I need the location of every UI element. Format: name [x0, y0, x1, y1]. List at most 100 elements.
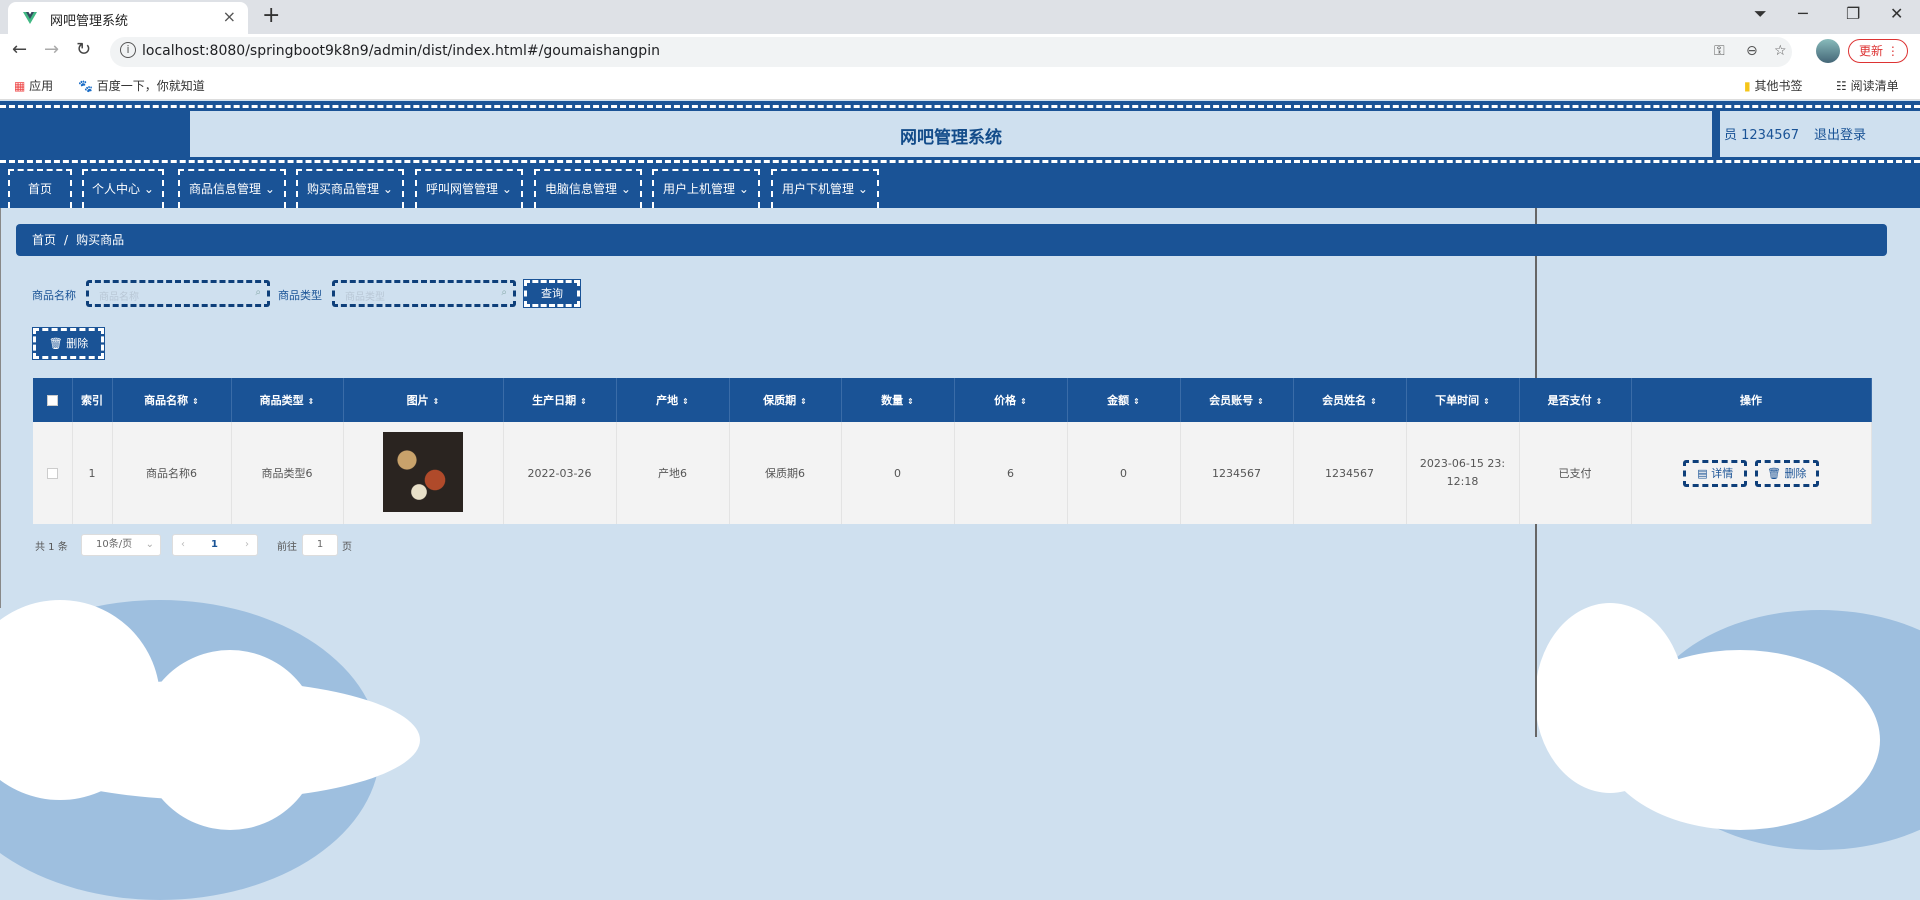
sort-icon[interactable]: ⇕: [1370, 397, 1377, 406]
menu-computer-info[interactable]: 电脑信息管理 ⌄: [534, 169, 642, 208]
sort-icon[interactable]: ⇕: [800, 397, 807, 406]
sort-icon[interactable]: ⇕: [1133, 397, 1140, 406]
app-header: 网吧管理系统 员 1234567 退出登录: [0, 101, 1920, 163]
logout-link[interactable]: 退出登录: [1814, 124, 1866, 143]
menu-user-login[interactable]: 用户上机管理 ⌄: [652, 169, 760, 208]
goto-input[interactable]: 1: [302, 534, 338, 556]
detail-button[interactable]: ▤ 详情: [1683, 459, 1748, 487]
select-all-checkbox[interactable]: [33, 378, 73, 422]
update-button[interactable]: 更新 ⋮: [1848, 39, 1908, 63]
sort-icon[interactable]: ⇕: [682, 397, 689, 406]
next-page-icon[interactable]: ›: [245, 535, 249, 555]
zoom-icon[interactable]: ⊖: [1746, 43, 1758, 59]
sort-icon[interactable]: ⇕: [1020, 397, 1027, 406]
tab-close-icon[interactable]: ×: [223, 7, 236, 26]
breadcrumb-separator: /: [64, 233, 69, 247]
breadcrumb: 首页 / 购买商品: [16, 224, 1887, 256]
profile-dropdown-icon[interactable]: ⏷: [1754, 4, 1767, 24]
back-icon[interactable]: ←: [12, 39, 27, 60]
goods-type-input[interactable]: 商品类型 ⌕: [332, 280, 516, 307]
forward-icon[interactable]: →: [44, 39, 59, 60]
goto-label: 前往: [277, 542, 297, 553]
col-goods-name[interactable]: 商品名称 ⇕: [112, 378, 232, 422]
pager: ‹ 1 ›: [172, 534, 258, 556]
col-origin[interactable]: 产地 ⇕: [616, 378, 730, 422]
window-close-icon[interactable]: ✕: [1890, 4, 1903, 23]
page-number-current[interactable]: 1: [211, 535, 218, 555]
col-paid[interactable]: 是否支付 ⇕: [1519, 378, 1632, 422]
cell-actions: ▤ 详情 🗑 删除: [1631, 422, 1872, 524]
col-order-time[interactable]: 下单时间 ⇕: [1406, 378, 1520, 422]
col-amount[interactable]: 金额 ⇕: [1067, 378, 1181, 422]
sort-icon[interactable]: ⇕: [308, 397, 315, 406]
table-row: 1 商品名称6 商品类型6 2022-03-26 产地6 保质期6 0 6 0 …: [33, 422, 1872, 524]
goods-thumbnail[interactable]: [383, 431, 463, 512]
col-price[interactable]: 价格 ⇕: [954, 378, 1068, 422]
col-image[interactable]: 图片 ⇕: [343, 378, 504, 422]
cell-order-time: 2023-06-15 23:12:18: [1406, 422, 1520, 524]
sort-icon[interactable]: ⇕: [192, 397, 199, 406]
sort-icon[interactable]: ⇕: [1257, 397, 1264, 406]
goods-type-label: 商品类型: [278, 289, 322, 302]
goods-name-placeholder: 商品名称: [99, 292, 139, 303]
cloud: [1600, 650, 1880, 830]
menu-user-logout[interactable]: 用户下机管理 ⌄: [771, 169, 879, 208]
sort-icon[interactable]: ⇕: [580, 397, 587, 406]
purchase-table: 索引 商品名称 ⇕ 商品类型 ⇕ 图片 ⇕ 生产日期 ⇕ 产地 ⇕ 保质期 ⇕ 数量 ⇕ 价格…: [33, 378, 1872, 524]
cell-paid: 已支付: [1519, 422, 1632, 524]
menu-personal-center[interactable]: 个人中心 ⌄: [82, 169, 164, 208]
menu-call-admin[interactable]: 呼叫网管管理 ⌄: [415, 169, 523, 208]
cell-image: [343, 422, 504, 524]
col-member-name[interactable]: 会员姓名 ⇕: [1293, 378, 1407, 422]
content-left-border: [0, 208, 1, 608]
main-menu: 首页 个人中心 ⌄ 商品信息管理 ⌄ 购买商品管理 ⌄ 呼叫网管管理 ⌄ 电脑信…: [0, 163, 1920, 208]
browser-tab[interactable]: 网吧管理系统 ×: [8, 2, 248, 34]
goods-name-label: 商品名称: [32, 289, 76, 302]
prev-page-icon[interactable]: ‹: [181, 535, 185, 555]
col-production-date[interactable]: 生产日期 ⇕: [503, 378, 617, 422]
col-quantity[interactable]: 数量 ⇕: [841, 378, 955, 422]
sort-icon[interactable]: ⇕: [907, 397, 914, 406]
page-size-value: 10条/页: [96, 539, 133, 550]
new-tab-button[interactable]: +: [262, 3, 280, 28]
menu-purchase-goods[interactable]: 购买商品管理 ⌄: [296, 169, 404, 208]
col-goods-type[interactable]: 商品类型 ⇕: [231, 378, 344, 422]
apps-grid-icon[interactable]: ▦ 应用: [14, 77, 53, 94]
breadcrumb-home[interactable]: 首页: [32, 233, 56, 247]
col-member-account[interactable]: 会员账号 ⇕: [1180, 378, 1294, 422]
address-bar[interactable]: i localhost:8080/springboot9k8n9/admin/d…: [110, 37, 1792, 67]
sort-icon[interactable]: ⇕: [1483, 397, 1490, 406]
header-title-panel: 网吧管理系统: [190, 111, 1712, 157]
col-actions: 操作: [1631, 378, 1872, 422]
chevron-down-icon: ⌄: [145, 539, 154, 550]
cell-quantity: 0: [841, 422, 955, 524]
restore-icon[interactable]: ❐: [1846, 4, 1860, 23]
profile-avatar[interactable]: [1816, 39, 1840, 63]
col-shelf-life[interactable]: 保质期 ⇕: [729, 378, 842, 422]
row-delete-button[interactable]: 🗑 删除: [1754, 459, 1819, 487]
star-icon[interactable]: ☆: [1774, 43, 1787, 59]
chevron-down-icon: ⌄: [264, 182, 275, 196]
cell-origin: 产地6: [616, 422, 730, 524]
minimize-icon[interactable]: ─: [1798, 4, 1808, 23]
query-button[interactable]: 查询: [523, 279, 581, 308]
batch-delete-button[interactable]: 🗑 删除: [32, 327, 105, 360]
goods-name-input[interactable]: 商品名称 ⌕: [86, 280, 270, 307]
reload-icon[interactable]: ↻: [76, 39, 91, 60]
key-icon[interactable]: ⚿: [1714, 43, 1725, 59]
order-time-text: 2023-06-15 23:12:18: [1419, 457, 1506, 488]
bookmark-other[interactable]: ▮ 其他书签: [1744, 77, 1802, 94]
reading-list[interactable]: ☷ 阅读清单: [1836, 77, 1899, 94]
site-info-icon[interactable]: i: [120, 42, 136, 58]
row-checkbox[interactable]: [33, 422, 73, 524]
menu-home[interactable]: 首页: [8, 169, 72, 208]
sort-icon[interactable]: ⇕: [433, 397, 440, 406]
menu-goods-info[interactable]: 商品信息管理 ⌄: [178, 169, 286, 208]
chevron-down-icon: ⌄: [501, 182, 512, 196]
cell-amount: 0: [1067, 422, 1181, 524]
chevron-down-icon: ⌄: [738, 182, 749, 196]
goods-type-placeholder: 商品类型: [345, 292, 385, 303]
bookmark-baidu[interactable]: 🐾 百度一下，你就知道: [78, 77, 205, 94]
page-size-select[interactable]: 10条/页 ⌄: [81, 534, 161, 556]
sort-icon[interactable]: ⇕: [1596, 397, 1603, 406]
